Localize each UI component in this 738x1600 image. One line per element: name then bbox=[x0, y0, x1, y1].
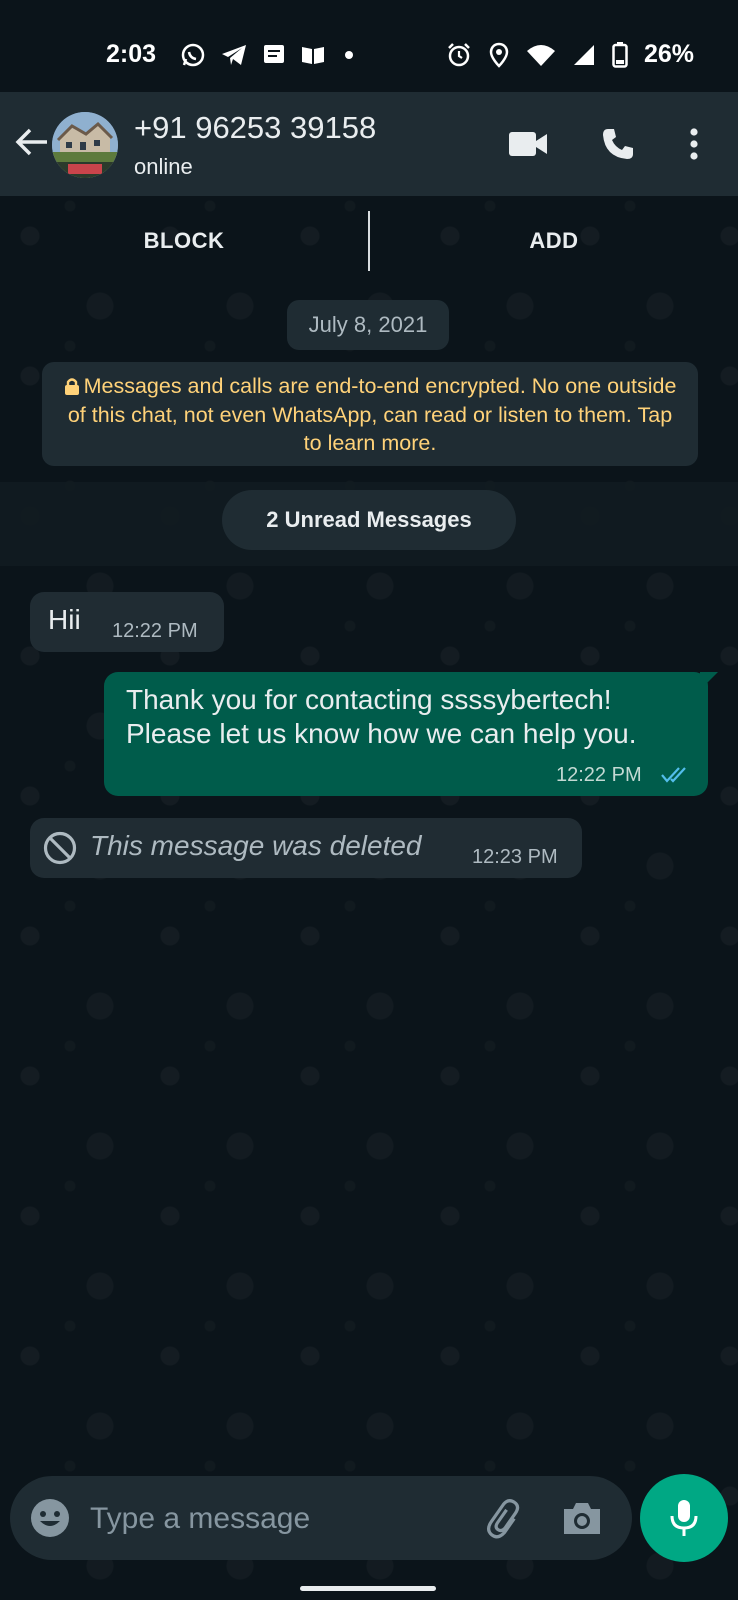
date-chip: July 8, 2021 bbox=[287, 300, 449, 350]
video-call-button[interactable] bbox=[502, 118, 554, 170]
location-icon bbox=[489, 42, 509, 68]
message-time: 12:23 PM bbox=[472, 846, 558, 868]
more-vertical-icon bbox=[690, 128, 698, 160]
house-photo-icon bbox=[52, 112, 118, 178]
voice-message-button[interactable] bbox=[640, 1474, 728, 1562]
message-input[interactable] bbox=[88, 1494, 472, 1544]
paperclip-icon bbox=[487, 1499, 520, 1539]
signal-icon bbox=[573, 44, 594, 65]
message-text: Hii bbox=[48, 604, 81, 635]
alarm-icon bbox=[448, 42, 470, 66]
attach-button[interactable] bbox=[484, 1496, 528, 1540]
add-contact-button[interactable]: ADD bbox=[370, 228, 738, 254]
message-bubble-outgoing[interactable]: Thank you for contacting ssssybertech! P… bbox=[104, 672, 718, 796]
wifi-icon bbox=[526, 44, 555, 66]
emoji-icon bbox=[31, 1499, 69, 1537]
message-composer bbox=[10, 1476, 632, 1560]
avatar[interactable] bbox=[52, 112, 118, 178]
battery-icon bbox=[612, 41, 628, 68]
book-icon bbox=[302, 47, 324, 64]
more-options-button[interactable] bbox=[668, 118, 720, 170]
message-bubble-incoming[interactable]: Hii 12:22 PM bbox=[30, 592, 224, 652]
system-icons: 26% bbox=[446, 40, 694, 69]
deleted-message-text: This message was deleted bbox=[90, 830, 422, 861]
emoji-button[interactable] bbox=[28, 1496, 72, 1540]
bubble-tail bbox=[700, 672, 718, 690]
home-gesture-bar[interactable] bbox=[300, 1586, 436, 1591]
voice-call-button[interactable] bbox=[592, 118, 644, 170]
message-time: 12:22 PM bbox=[556, 764, 642, 786]
message-bubble-deleted[interactable]: This message was deleted 12:23 PM bbox=[30, 818, 582, 878]
encryption-notice[interactable]: Messages and calls are end-to-end encryp… bbox=[42, 362, 698, 466]
unknown-contact-actions: BLOCK ADD bbox=[0, 196, 738, 286]
message-text-line1: Thank you for contacting ssssybertech! bbox=[126, 684, 612, 715]
telegram-icon bbox=[222, 45, 246, 65]
chat-header: +91 96253 39158 online bbox=[0, 92, 738, 196]
message-time: 12:22 PM bbox=[112, 620, 198, 642]
battery-percent: 26% bbox=[643, 40, 694, 68]
blocked-icon bbox=[43, 831, 77, 865]
unread-banner: 2 Unread Messages bbox=[0, 482, 738, 566]
video-camera-icon bbox=[509, 132, 547, 156]
whatsapp-icon bbox=[181, 43, 205, 67]
back-button[interactable] bbox=[12, 122, 52, 162]
unread-messages-chip: 2 Unread Messages bbox=[222, 490, 516, 550]
arrow-left-icon bbox=[15, 128, 47, 156]
block-button[interactable]: BLOCK bbox=[0, 228, 368, 254]
notification-icons bbox=[180, 42, 358, 68]
chat-area[interactable]: BLOCK ADD July 8, 2021 Messages and call… bbox=[0, 196, 738, 1600]
camera-icon bbox=[564, 1503, 600, 1534]
status-bar: 2:03 26% bbox=[0, 0, 738, 92]
camera-button[interactable] bbox=[560, 1496, 604, 1540]
lock-icon bbox=[64, 378, 79, 395]
double-check-icon bbox=[661, 767, 686, 783]
microphone-icon bbox=[670, 1500, 698, 1536]
dot-icon bbox=[345, 51, 353, 59]
contact-status: online bbox=[134, 154, 193, 179]
message-icon bbox=[264, 45, 284, 63]
message-text-line2: Please let us know how we can help you. bbox=[126, 718, 637, 749]
phone-icon bbox=[603, 129, 633, 159]
contact-name[interactable]: +91 96253 39158 bbox=[134, 110, 376, 146]
encryption-notice-text: Messages and calls are end-to-end encryp… bbox=[67, 374, 677, 455]
status-time: 2:03 bbox=[106, 40, 157, 68]
